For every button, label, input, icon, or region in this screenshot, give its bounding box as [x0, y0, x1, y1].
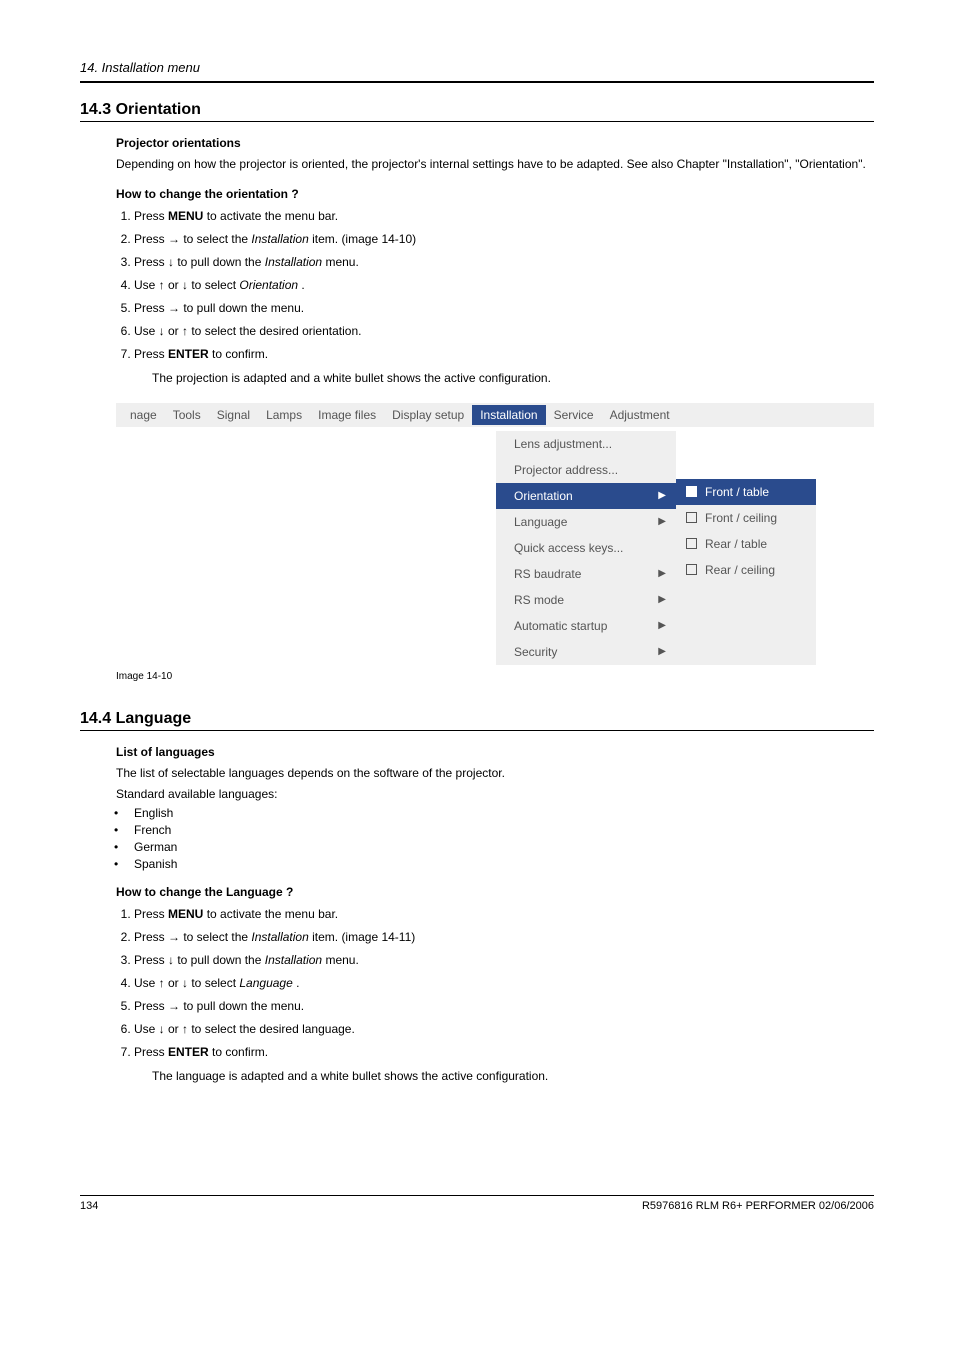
- language-list: English French German Spanish: [116, 806, 874, 871]
- section-rule: [80, 121, 874, 122]
- menu-item[interactable]: nage: [122, 408, 165, 422]
- submenu-item[interactable]: Rear / table: [676, 531, 816, 557]
- menu-item[interactable]: Service: [546, 408, 602, 422]
- menu-item[interactable]: Display setup: [384, 408, 472, 422]
- submenu-item[interactable]: Rear / ceiling: [676, 557, 816, 583]
- submenu-item[interactable]: Front / table: [676, 479, 816, 505]
- chevron-right-icon: ▶: [658, 516, 666, 527]
- section-14-4-title: 14.4 Language: [80, 710, 874, 728]
- menu-item[interactable]: Adjustment: [602, 408, 678, 422]
- subhead-list-of-languages: List of languages: [116, 745, 874, 759]
- dropdown-item[interactable]: RS baudrate▶: [496, 561, 676, 587]
- page-number: 134: [80, 1200, 98, 1212]
- menu-item[interactable]: Image files: [310, 408, 384, 422]
- dropdown-item[interactable]: Language▶: [496, 509, 676, 535]
- step: Press MENU to activate the menu bar.: [134, 207, 874, 225]
- list-item: German: [134, 840, 874, 854]
- step: Use ↑ or ↓ to select Language .: [134, 974, 874, 992]
- step-result: The projection is adapted and a white bu…: [152, 369, 874, 387]
- bullet-icon: [686, 538, 697, 549]
- menubar: nage Tools Signal Lamps Image files Disp…: [116, 403, 874, 427]
- dropdown-item-orientation[interactable]: Orientation▶: [496, 483, 676, 509]
- dropdown-item[interactable]: Quick access keys...: [496, 535, 676, 561]
- dropdown-installation: Lens adjustment... Projector address... …: [496, 431, 676, 665]
- step: Press ↓ to pull down the Installation me…: [134, 951, 874, 969]
- screenshot-menu: nage Tools Signal Lamps Image files Disp…: [116, 403, 874, 427]
- step-result: The language is adapted and a white bull…: [152, 1067, 874, 1085]
- submenu-orientation: Front / table Front / ceiling Rear / tab…: [676, 479, 816, 665]
- chevron-right-icon: ▶: [658, 646, 666, 657]
- body-text: Depending on how the projector is orient…: [116, 156, 874, 173]
- step: Press → to pull down the menu.: [134, 997, 874, 1015]
- subhead-how-to-change-language: How to change the Language ?: [116, 885, 874, 899]
- dropdown-item[interactable]: Projector address...: [496, 457, 676, 483]
- dropdown-item[interactable]: Automatic startup▶: [496, 613, 676, 639]
- chevron-right-icon: ▶: [658, 490, 666, 501]
- step: Use ↓ or ↑ to select the desired languag…: [134, 1020, 874, 1038]
- list-item: English: [134, 806, 874, 820]
- dropdown-item[interactable]: RS mode▶: [496, 587, 676, 613]
- bullet-icon: [686, 564, 697, 575]
- section-rule: [80, 730, 874, 731]
- steps-orientation: Press MENU to activate the menu bar. Pre…: [116, 207, 874, 387]
- step: Use ↓ or ↑ to select the desired orienta…: [134, 322, 874, 340]
- step: Press → to select the Installation item.…: [134, 230, 874, 248]
- menu-item[interactable]: Signal: [209, 408, 258, 422]
- header-rule: [80, 81, 874, 83]
- dropdown-item[interactable]: Lens adjustment...: [496, 431, 676, 457]
- menu-item-installation[interactable]: Installation: [472, 405, 545, 425]
- submenu-item[interactable]: Front / ceiling: [676, 505, 816, 531]
- step: Press ↓ to pull down the Installation me…: [134, 253, 874, 271]
- step: Press MENU to activate the menu bar.: [134, 905, 874, 923]
- body-text: The list of selectable languages depends…: [116, 765, 874, 782]
- body-text: Standard available languages:: [116, 786, 874, 803]
- list-item: French: [134, 823, 874, 837]
- step: Press → to pull down the menu.: [134, 299, 874, 317]
- step: Press → to select the Installation item.…: [134, 928, 874, 946]
- image-caption: Image 14-10: [116, 671, 874, 682]
- chapter-header: 14. Installation menu: [80, 60, 874, 75]
- step: Press ENTER to confirm. The language is …: [134, 1043, 874, 1085]
- bullet-icon: [686, 512, 697, 523]
- list-item: Spanish: [134, 857, 874, 871]
- bullet-icon: [686, 486, 697, 497]
- subhead-how-to-change-orientation: How to change the orientation ?: [116, 187, 874, 201]
- chevron-right-icon: ▶: [658, 620, 666, 631]
- chevron-right-icon: ▶: [658, 568, 666, 579]
- doc-id: R5976816 RLM R6+ PERFORMER 02/06/2006: [642, 1200, 874, 1212]
- page-footer: 134 R5976816 RLM R6+ PERFORMER 02/06/200…: [80, 1195, 874, 1212]
- step: Use ↑ or ↓ to select Orientation .: [134, 276, 874, 294]
- chevron-right-icon: ▶: [658, 594, 666, 605]
- subhead-projector-orientations: Projector orientations: [116, 136, 874, 150]
- menu-item[interactable]: Lamps: [258, 408, 310, 422]
- menu-item[interactable]: Tools: [165, 408, 209, 422]
- dropdown-item[interactable]: Security▶: [496, 639, 676, 665]
- step: Press ENTER to confirm. The projection i…: [134, 345, 874, 387]
- steps-language: Press MENU to activate the menu bar. Pre…: [116, 905, 874, 1085]
- section-14-3-title: 14.3 Orientation: [80, 101, 874, 119]
